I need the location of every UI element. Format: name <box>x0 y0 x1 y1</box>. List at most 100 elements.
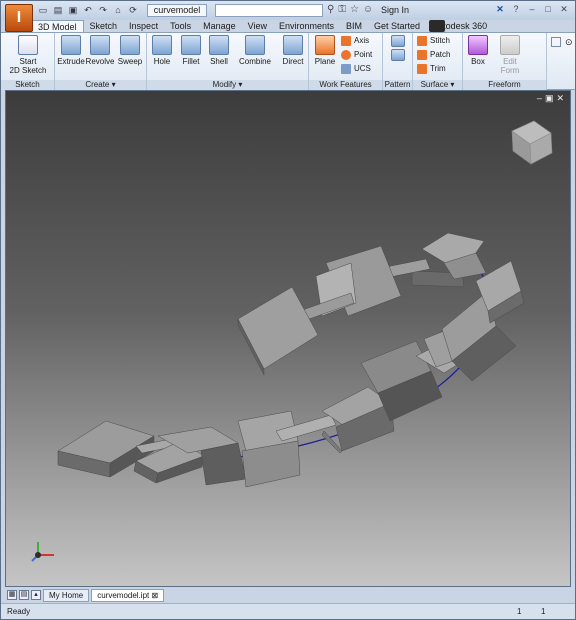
ucs-button[interactable]: UCS <box>341 62 371 76</box>
fillet-button[interactable]: Fillet <box>177 35 205 66</box>
maximize-icon[interactable]: □ <box>541 3 555 15</box>
shell-button[interactable]: Shell <box>205 35 233 66</box>
user-icon[interactable]: ☺ <box>363 4 373 15</box>
pattern-button[interactable] <box>389 35 407 63</box>
hole-button[interactable]: Hole <box>149 35 175 66</box>
direct-button[interactable]: Direct <box>279 35 307 66</box>
direct-edit-icon <box>283 35 303 55</box>
minimize-icon[interactable]: – <box>525 3 539 15</box>
undo-icon[interactable]: ↶ <box>82 5 94 16</box>
swept-plates[interactable] <box>57 232 525 488</box>
combine-button[interactable]: Combine <box>235 35 275 66</box>
tab-inspect[interactable]: Inspect <box>123 20 164 32</box>
extrude-label: Extrude <box>57 57 85 66</box>
hole-label: Hole <box>153 57 171 66</box>
tab-curvemodel-label: curvemodel.ipt <box>97 590 150 600</box>
circular-pattern-icon <box>391 49 405 61</box>
shell-icon <box>209 35 229 55</box>
revolve-button[interactable]: Revolve <box>85 35 115 66</box>
panel-freeform: Box Edit Form Freeform <box>463 33 547 90</box>
patch-button[interactable]: Patch <box>417 48 450 62</box>
ucs-label: UCS <box>354 64 371 73</box>
panel-label-freeform: Freeform <box>463 80 546 90</box>
save-icon[interactable]: ▣ <box>67 5 79 16</box>
key-icon[interactable]: ⚿ <box>338 4 346 15</box>
menu-arrow-icon[interactable]: ▴ <box>31 590 41 600</box>
plane-icon <box>315 35 335 55</box>
ucs-icon <box>341 64 351 74</box>
close-x-icon[interactable]: ✕ <box>493 3 507 15</box>
extrude-icon <box>61 35 81 55</box>
panel-create: Extrude Revolve Sweep Create ▾ <box>55 33 147 90</box>
revolve-icon <box>90 35 110 55</box>
ribbon-options-icon[interactable] <box>551 37 561 47</box>
tab-curvemodel[interactable]: curvemodel.ipt ⊠ <box>91 588 165 602</box>
cascade-windows-icon[interactable]: ▤ <box>19 590 29 600</box>
tab-3d-model[interactable]: 3D Model <box>31 20 84 32</box>
sweep-button[interactable]: Sweep <box>115 35 145 66</box>
patch-label: Patch <box>430 50 451 59</box>
binoculars-icon[interactable]: ⚲ <box>327 4 334 15</box>
tab-sketch[interactable]: Sketch <box>84 20 124 32</box>
open-icon[interactable]: ▤ <box>52 5 64 16</box>
tile-windows-icon[interactable]: ▦ <box>7 590 17 600</box>
status-count-2: 1 <box>541 607 546 616</box>
tab-environments[interactable]: Environments <box>273 20 340 32</box>
ribbon-dropdown-icon[interactable]: ⊙ <box>565 37 573 48</box>
point-icon <box>341 50 351 60</box>
ribbon-tabs: 3D Model Sketch Inspect Tools Manage View Envi… <box>31 20 493 32</box>
tab-bim[interactable]: BIM <box>340 20 368 32</box>
panel-sketch: Start 2D Sketch Sketch <box>1 33 55 90</box>
fillet-icon <box>181 35 201 55</box>
tab-tools[interactable]: Tools <box>164 20 197 32</box>
revolve-label: Revolve <box>85 57 115 66</box>
panel-label-create[interactable]: Create ▾ <box>55 80 146 90</box>
application-window: ▭ ▤ ▣ ↶ ↷ ⌂ ⟳ curvemodel ⚲ ⚿ ☆ ☺ Sign In… <box>0 0 576 620</box>
direct-label: Direct <box>282 57 304 66</box>
extrude-button[interactable]: Extrude <box>57 35 85 66</box>
box-button[interactable]: Box <box>465 35 491 66</box>
trim-button[interactable]: Trim <box>417 62 446 76</box>
box-label: Box <box>471 57 485 66</box>
close-icon[interactable]: ✕ <box>557 3 571 15</box>
viewcube-icon[interactable] <box>511 120 553 165</box>
search-field[interactable] <box>215 4 323 17</box>
help-icon[interactable]: ? <box>509 3 523 15</box>
axis-button[interactable]: Axis <box>341 34 369 48</box>
home-icon[interactable]: ⌂ <box>112 5 124 16</box>
sweep-icon <box>120 35 140 55</box>
point-button[interactable]: Point <box>341 48 372 62</box>
tab-view[interactable]: View <box>242 20 273 32</box>
trim-icon <box>417 64 427 74</box>
stitch-button[interactable]: Stitch <box>417 34 450 48</box>
plane-button[interactable]: Plane <box>311 35 339 66</box>
combine-label: Combine <box>238 57 271 66</box>
quick-access-toolbar: ▭ ▤ ▣ ↶ ↷ ⌂ ⟳ <box>37 5 139 16</box>
tab-close-icon[interactable]: ⊠ <box>152 591 159 600</box>
document-tabs: ▦ ▤ ▴ My Home curvemodel.ipt ⊠ <box>5 588 571 602</box>
start-sketch-button[interactable]: Start 2D Sketch <box>5 35 51 75</box>
new-icon[interactable]: ▭ <box>37 5 49 16</box>
tab-get-started[interactable]: Get Started <box>368 20 426 32</box>
application-menu-button[interactable]: I <box>5 4 33 32</box>
model-canvas <box>57 120 553 488</box>
edit-form-button[interactable]: Edit Form <box>495 35 525 75</box>
tab-my-home[interactable]: My Home <box>43 588 90 602</box>
panel-label-surface[interactable]: Surface ▾ <box>413 80 462 90</box>
panel-label-modify[interactable]: Modify ▾ <box>147 80 308 90</box>
panel-work-features: Plane Axis Point UCS Work Features <box>309 33 383 90</box>
tab-options-icon[interactable] <box>429 20 445 32</box>
star-icon[interactable]: ☆ <box>350 4 359 15</box>
point-label: Point <box>354 50 373 59</box>
create-label: Create <box>85 80 110 89</box>
panel-label-pattern: Pattern <box>383 80 412 90</box>
tab-manage[interactable]: Manage <box>197 20 242 32</box>
redo-icon[interactable]: ↷ <box>97 5 109 16</box>
rectangular-pattern-icon <box>391 35 405 47</box>
update-icon[interactable]: ⟳ <box>127 5 139 16</box>
sign-in-button[interactable]: Sign In <box>381 5 409 15</box>
graphics-viewport[interactable]: – ▣ ✕ <box>5 90 571 587</box>
edit-form-icon <box>500 35 520 55</box>
stitch-icon <box>417 36 427 46</box>
status-bar: Ready 1 1 <box>1 603 575 619</box>
